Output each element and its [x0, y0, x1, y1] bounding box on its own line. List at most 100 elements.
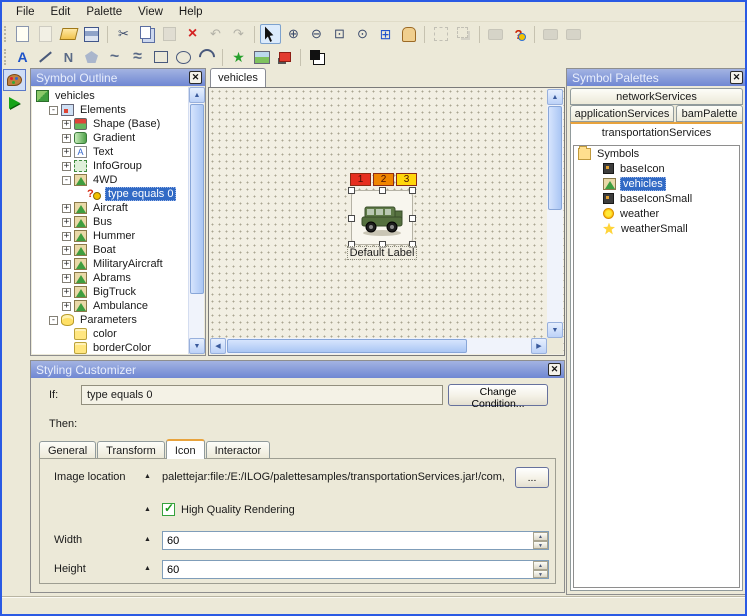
- close-icon[interactable]: ✕: [548, 363, 561, 376]
- run-preview-button[interactable]: [3, 92, 26, 114]
- palette-item-symbols[interactable]: Symbols: [574, 146, 739, 161]
- expand-icon[interactable]: +: [62, 120, 71, 129]
- outline-item-ambulance[interactable]: +Ambulance: [32, 299, 188, 313]
- outline-item-gradient[interactable]: +Gradient: [32, 131, 188, 145]
- tab-applicationservices[interactable]: applicationServices: [570, 105, 674, 122]
- outline-item-elements[interactable]: -Elements: [32, 103, 188, 117]
- ellipse-tool-icon[interactable]: [173, 47, 194, 67]
- tab-transportationServices[interactable]: transportationServices: [571, 124, 742, 142]
- tab-icon[interactable]: Icon: [166, 439, 205, 459]
- selected-symbol[interactable]: [351, 190, 413, 245]
- styling-customizer-titlebar[interactable]: Styling Customizer ✕: [31, 361, 564, 378]
- condition-field[interactable]: [81, 385, 443, 405]
- spin-up-icon[interactable]: ▲: [533, 532, 548, 541]
- toolbar-grip[interactable]: [4, 49, 7, 65]
- label-tool-icon[interactable]: [274, 47, 295, 67]
- expand-icon[interactable]: +: [62, 260, 71, 269]
- outline-item-text[interactable]: +Text: [32, 145, 188, 159]
- new-symbol-icon[interactable]: [12, 24, 33, 44]
- outline-item-shape-base[interactable]: +Shape (Base): [32, 117, 188, 131]
- state-square-3[interactable]: 3: [396, 173, 417, 186]
- palette-item-weathersmall[interactable]: weatherSmall: [574, 221, 739, 236]
- expand-icon[interactable]: +: [62, 288, 71, 297]
- tab-vehicles[interactable]: vehicles: [210, 68, 266, 87]
- star-tool-icon[interactable]: ★: [228, 47, 249, 67]
- drawing-canvas[interactable]: 123: [208, 87, 565, 356]
- change-condition-button[interactable]: Change Condition...: [448, 384, 548, 406]
- toolbar-grip[interactable]: [4, 26, 7, 42]
- select-tool-icon[interactable]: [260, 24, 281, 44]
- delete-icon[interactable]: ×: [182, 24, 203, 44]
- scroll-left-icon[interactable]: ◀: [210, 338, 226, 354]
- copy-icon[interactable]: [136, 24, 157, 44]
- zoom-in-icon[interactable]: ⊕: [283, 24, 304, 44]
- outline-item-bordercolor[interactable]: borderColor: [32, 341, 188, 354]
- menu-file[interactable]: File: [8, 4, 43, 20]
- expand-icon[interactable]: +: [62, 302, 71, 311]
- expand-icon[interactable]: +: [62, 246, 71, 255]
- menu-palette[interactable]: Palette: [78, 4, 130, 20]
- expand-icon[interactable]: +: [62, 274, 71, 283]
- scroll-right-icon[interactable]: ▶: [531, 338, 547, 354]
- rectangle-tool-icon[interactable]: [150, 47, 171, 67]
- scrollbar-thumb[interactable]: [548, 106, 562, 210]
- symbol-palettes-titlebar[interactable]: Symbol Palettes ✕: [567, 69, 746, 86]
- open-palette-icon[interactable]: [58, 24, 79, 44]
- outline-item-color[interactable]: color: [32, 327, 188, 341]
- tab-general[interactable]: General: [39, 441, 96, 459]
- collapse-icon[interactable]: -: [49, 316, 58, 325]
- outline-item-aircraft[interactable]: +Aircraft: [32, 201, 188, 215]
- selection-handle[interactable]: [409, 187, 416, 194]
- expand-icon[interactable]: +: [62, 162, 71, 171]
- symbol-outline-titlebar[interactable]: Symbol Outline ✕: [31, 69, 205, 86]
- state-square-2[interactable]: 2: [373, 173, 394, 186]
- collapse-icon[interactable]: -: [62, 176, 71, 185]
- outline-item-bus[interactable]: +Bus: [32, 215, 188, 229]
- zoom-one-to-one-icon[interactable]: ⊙: [352, 24, 373, 44]
- spin-down-icon[interactable]: ▼: [533, 541, 548, 549]
- outline-item-hummer[interactable]: +Hummer: [32, 229, 188, 243]
- browse-button[interactable]: ...: [515, 467, 549, 488]
- close-icon[interactable]: ✕: [189, 71, 202, 84]
- scroll-down-icon[interactable]: ▼: [547, 322, 563, 338]
- image-tool-icon[interactable]: [251, 47, 272, 67]
- arc-tool-icon[interactable]: [196, 47, 217, 67]
- expand-icon[interactable]: +: [62, 134, 71, 143]
- spin-up-icon[interactable]: ▲: [533, 561, 548, 570]
- canvas-horizontal-scrollbar[interactable]: ◀ ▶: [210, 338, 547, 354]
- polygon-tool-icon[interactable]: [81, 47, 102, 67]
- expand-icon[interactable]: +: [62, 148, 71, 157]
- closed-spline-tool-icon[interactable]: ~: [104, 47, 125, 67]
- high-quality-checkbox[interactable]: [162, 503, 175, 516]
- palette-item-baseicon[interactable]: baseIcon: [574, 161, 739, 176]
- collapse-icon[interactable]: -: [49, 106, 58, 115]
- tab-transform[interactable]: Transform: [97, 441, 165, 459]
- menu-help[interactable]: Help: [171, 4, 211, 20]
- swap-colors-icon[interactable]: [306, 47, 327, 67]
- save-palette-icon[interactable]: [81, 24, 102, 44]
- scrollbar-thumb[interactable]: [227, 339, 467, 353]
- selection-handle[interactable]: [348, 187, 355, 194]
- outline-item-vehicles[interactable]: vehicles: [32, 89, 188, 103]
- text-tool-icon[interactable]: A: [12, 47, 33, 67]
- expand-icon[interactable]: +: [62, 204, 71, 213]
- symbol-label[interactable]: Default Label: [327, 247, 437, 259]
- outline-item-parameters[interactable]: -Parameters: [32, 313, 188, 327]
- pan-tool-icon[interactable]: [398, 24, 419, 44]
- outline-item-boat[interactable]: +Boat: [32, 243, 188, 257]
- polyline-tool-icon[interactable]: N: [58, 47, 79, 67]
- tab-networkservices[interactable]: networkServices: [570, 88, 743, 105]
- canvas-vertical-scrollbar[interactable]: ▲ ▼: [547, 89, 563, 338]
- outline-item-type-equals-0[interactable]: type equals 0: [32, 187, 188, 201]
- close-icon[interactable]: ✕: [730, 71, 743, 84]
- outline-item-bigtruck[interactable]: +BigTruck: [32, 285, 188, 299]
- outline-item-4wd[interactable]: -4WD: [32, 173, 188, 187]
- zoom-out-icon[interactable]: ⊖: [306, 24, 327, 44]
- outline-scrollbar[interactable]: ▲ ▼: [188, 87, 204, 354]
- selection-handle[interactable]: [348, 215, 355, 222]
- height-input[interactable]: [163, 561, 533, 578]
- scroll-up-icon[interactable]: ▲: [189, 87, 205, 103]
- tab-bampalette[interactable]: bamPalette: [676, 105, 743, 122]
- palette-item-weather[interactable]: weather: [574, 206, 739, 221]
- cut-icon[interactable]: ✂: [113, 24, 134, 44]
